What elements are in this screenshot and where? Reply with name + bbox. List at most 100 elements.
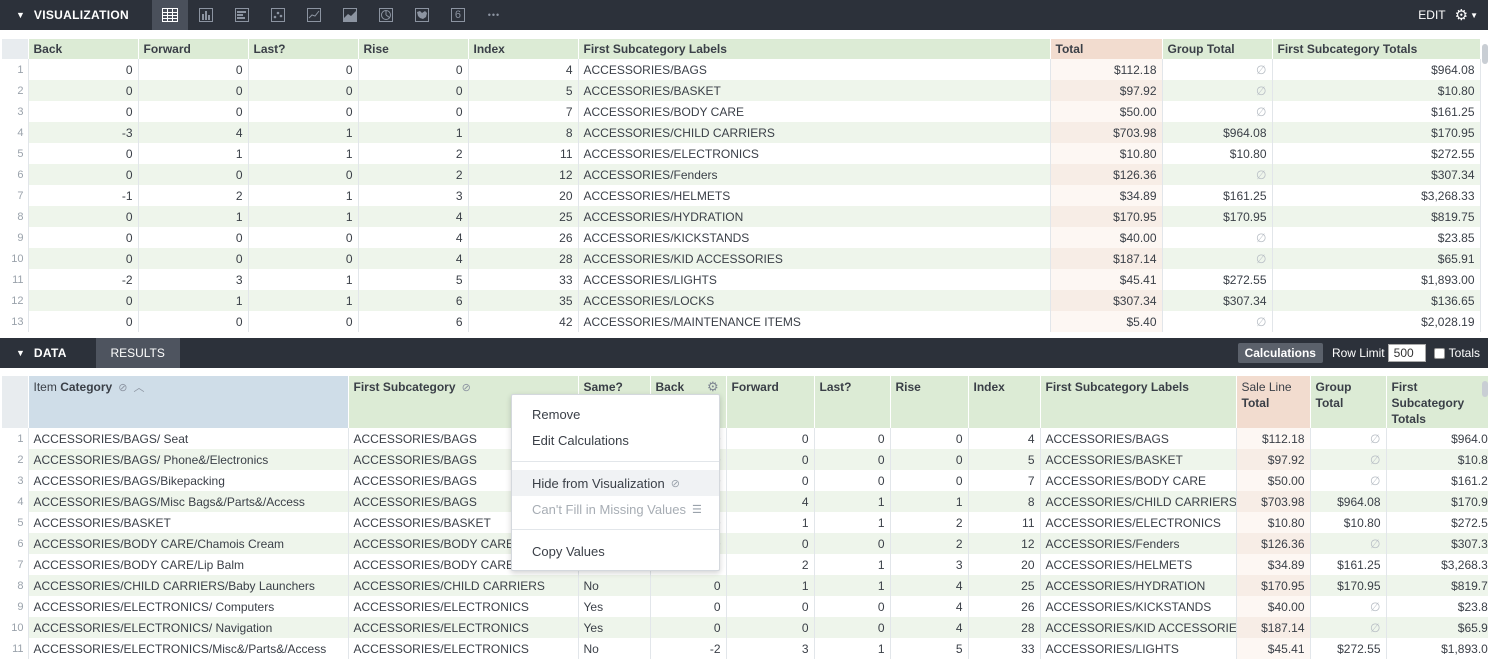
table-cell: 11 [468,143,579,164]
table-cell: ACCESSORIES/LOCKS [578,290,1051,311]
viz-table-row: 2 0 0 0 0 5 ACCESSORIES/BASKET $97.92 ∅ $10.80 [2,80,1481,101]
viz-col-last[interactable]: Last? [248,39,359,59]
data-col-group-total[interactable]: Group Total [1310,376,1387,428]
sort-ascending-icon[interactable]: ︿ [134,382,145,394]
viz-scrollbar[interactable] [1482,44,1488,64]
table-icon[interactable] [151,0,188,30]
table-cell: 0 [248,80,359,101]
area-chart-icon[interactable] [332,0,368,30]
table-cell: 2 [890,533,969,554]
viz-col-group-total[interactable]: Group Total [1162,39,1273,59]
table-cell: 4 [968,428,1041,449]
table-cell: 33 [968,638,1041,659]
table-cell: $34.89 [1050,185,1163,206]
data-col-forward[interactable]: Forward [726,376,815,428]
table-cell: ACCESSORIES/ELECTRONICS [578,143,1051,164]
row-number: 11 [2,638,29,659]
table-cell: 6 [358,290,469,311]
column-chart-icon[interactable] [188,0,224,30]
scatter-icon[interactable] [260,0,296,30]
row-number: 4 [2,491,29,512]
table-cell: $136.65 [1272,290,1481,311]
table-cell: 33 [468,269,579,290]
pie-chart-icon[interactable] [368,0,404,30]
menu-item-edit-calculations[interactable]: Edit Calculations [512,427,719,453]
data-col-index[interactable]: Index [968,376,1041,428]
table-cell: -2 [650,638,727,659]
edit-button[interactable]: EDIT [1418,8,1445,22]
menu-item-copy-values[interactable]: Copy Values [512,538,719,564]
visualization-header-bar: ▼ VISUALIZATION 6 ••• EDIT ⚙ ▼ [0,0,1488,30]
data-col-sale-line-total[interactable]: Sale Line Total [1236,376,1311,428]
table-cell: $170.95 [1386,491,1488,512]
viz-col-index[interactable]: Index [468,39,579,59]
data-col-last[interactable]: Last? [814,376,891,428]
single-value-icon[interactable]: 6 [440,0,476,30]
table-cell: $161.25 [1386,470,1488,491]
more-glyph: ••• [487,10,501,20]
row-number: 3 [2,470,29,491]
data-table-row: 6 ACCESSORIES/BODY CARE/Chamois Cream ACCE… [2,533,1488,554]
table-cell: $187.14 [1236,617,1311,638]
table-cell: 0 [248,164,359,185]
table-cell: $187.14 [1050,248,1163,269]
menu-item-hide-from-visualization[interactable]: Hide from Visualization ⊘ [512,470,719,496]
table-cell: 0 [358,80,469,101]
collapse-caret-icon[interactable]: ▼ [16,10,25,20]
more-icon[interactable]: ••• [476,0,512,30]
table-cell: ∅ [1162,164,1273,185]
table-cell: $50.00 [1236,470,1311,491]
table-cell: $964.08 [1272,59,1481,80]
data-col-first-subcategory-totals[interactable]: First Subcategory Totals [1386,376,1488,428]
row-limit-input[interactable] [1387,344,1426,362]
chevron-down-icon[interactable]: ▼ [1470,11,1478,20]
data-col-rise[interactable]: Rise [890,376,969,428]
visibility-off-icon: ⊘ [670,477,680,490]
visibility-off-icon[interactable]: ⊘ [459,382,471,394]
tab-results[interactable]: RESULTS [95,338,180,368]
totals-checkbox[interactable] [1433,347,1445,359]
table-cell: $307.34 [1050,290,1163,311]
column-gear-icon[interactable]: ⚙ [707,379,719,395]
row-number: 10 [2,248,29,269]
gear-icon[interactable]: ⚙ [1455,6,1468,24]
row-number: 3 [2,101,29,122]
map-icon[interactable] [404,0,440,30]
menu-item-remove[interactable]: Remove [512,401,719,427]
table-cell: 0 [28,101,139,122]
viz-col-back[interactable]: Back [28,39,139,59]
visibility-off-icon[interactable]: ⊘ [115,382,130,394]
table-cell: 2 [358,143,469,164]
visualization-type-picker: 6 ••• [151,0,512,30]
table-cell: ∅ [1162,101,1273,122]
table-cell: 6 [358,311,469,332]
table-cell: 4 [358,227,469,248]
table-cell: 0 [726,533,815,554]
data-col-item-category[interactable]: Item Category ⊘ ︿ [28,376,349,428]
first-subcategory-label: First Subcategory [353,380,456,394]
viz-col-rise[interactable]: Rise [358,39,469,59]
table-cell: 0 [248,101,359,122]
viz-table-row: 3 0 0 0 0 7 ACCESSORIES/BODY CARE $50.00 ∅ $161.2… [2,101,1481,122]
viz-col-total[interactable]: Total [1050,39,1163,59]
table-cell: $170.95 [1310,575,1387,596]
table-cell: 5 [968,449,1041,470]
viz-col-first-subcategory-totals[interactable]: First Subcategory Totals [1272,39,1481,59]
table-cell: 35 [468,290,579,311]
calculations-button[interactable]: Calculations [1237,343,1323,363]
line-chart-icon[interactable] [296,0,332,30]
table-cell: $126.36 [1236,533,1311,554]
viz-col-labels[interactable]: First Subcategory Labels [578,39,1051,59]
bar-chart-icon[interactable] [224,0,260,30]
table-cell: 1 [248,122,359,143]
table-cell: $161.25 [1272,101,1481,122]
table-cell: 1 [248,290,359,311]
collapse-caret-icon[interactable]: ▼ [16,348,25,358]
table-cell: 0 [814,533,891,554]
table-cell: 0 [28,143,139,164]
viz-col-forward[interactable]: Forward [138,39,249,59]
row-number: 1 [2,428,29,449]
table-cell: $964.08 [1162,122,1273,143]
data-scrollbar[interactable] [1482,381,1488,397]
data-col-labels[interactable]: First Subcategory Labels [1040,376,1237,428]
